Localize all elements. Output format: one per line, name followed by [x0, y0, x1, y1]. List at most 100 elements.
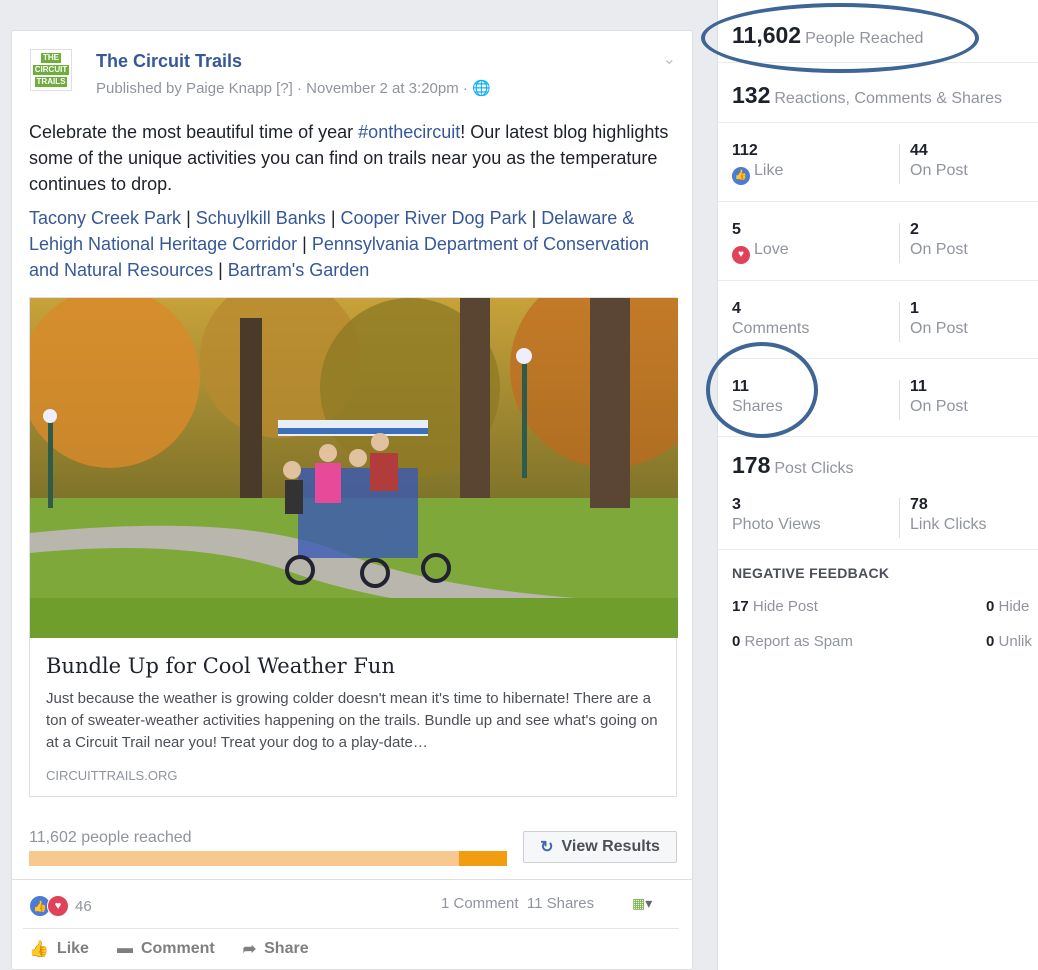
refresh-icon: ↻: [540, 839, 554, 856]
comment-share-counts: 1 Comment 11 Shares: [441, 895, 594, 912]
divider: [12, 879, 692, 880]
unlike-value: 0: [986, 633, 995, 650]
byline-text: Published by Paige Knapp [?] · November …: [96, 80, 473, 97]
likes-label: Like: [754, 162, 784, 179]
report-spam-stat: 0 Report as Spam: [732, 633, 853, 650]
logo-line-3: TRAILS: [34, 77, 68, 87]
divider: [899, 223, 900, 263]
hide-all-value: 0: [986, 598, 995, 615]
thumbs-up-icon: 👍: [29, 941, 49, 958]
comment-label: Comment: [140, 940, 215, 957]
comment-icon: ▬: [116, 940, 133, 957]
people-reached-highlight-ellipse: [701, 3, 979, 73]
insights-panel: 11,602 People Reached 132 Reactions, Comme…: [717, 0, 1038, 970]
comments-on-post-value: 1: [910, 300, 919, 317]
caret-down-icon: ▾: [645, 895, 653, 911]
page-icon: ▦: [632, 895, 646, 911]
hide-all-label: Hide: [998, 598, 1030, 615]
hide-post-value: 17: [732, 598, 749, 615]
report-spam-label: Report as Spam: [744, 633, 853, 650]
engagement-value: 132: [732, 82, 771, 108]
post-message: Celebrate the most beautiful time of yea…: [29, 119, 679, 197]
link-title[interactable]: Bundle Up for Cool Weather Fun: [46, 654, 395, 678]
page-name-link[interactable]: The Circuit Trails: [96, 51, 242, 72]
view-results-button[interactable]: ↻ View Results: [523, 831, 677, 863]
shares-highlight-ellipse: [706, 342, 818, 438]
like-label: Like: [56, 940, 89, 957]
view-results-label: View Results: [561, 838, 660, 855]
post-clicks-row: 178 Post Clicks 3 Photo Views 78 Link Cli…: [718, 436, 1038, 550]
comments-count-link[interactable]: 1 Comment: [441, 895, 519, 912]
comments-value: 4: [732, 300, 741, 317]
share-label: Share: [264, 940, 309, 957]
love-row: 5 ♥ Love 2 On Post: [718, 201, 1038, 281]
unlike-label: Unlik: [998, 633, 1032, 650]
logo-line-2: CIRCUIT: [32, 65, 70, 75]
link-domain: CIRCUITTRAILS.ORG: [46, 768, 178, 783]
audience-selector[interactable]: ▦▾: [632, 895, 652, 912]
comment-button[interactable]: ▬ Comment: [117, 939, 215, 959]
reaction-summary[interactable]: 👍 ♥ 46: [29, 895, 92, 917]
divider: [899, 302, 900, 342]
post-clicks-value: 178: [732, 452, 771, 478]
link-clicks-label: Link Clicks: [910, 516, 987, 533]
page-logo[interactable]: THE CIRCUIT TRAILS: [30, 49, 72, 91]
tagged-pages: Tacony Creek Park | Schuylkill Banks | C…: [29, 208, 650, 280]
heart-icon: ♥: [732, 245, 750, 264]
shares-on-post-value: 11: [910, 378, 927, 395]
likes-on-post-label: On Post: [910, 162, 968, 179]
shares-on-post: 11 On Post: [910, 378, 968, 416]
hide-all-stat: 0 Hide: [986, 598, 1029, 615]
likes-total: 112 👍 Like: [732, 142, 783, 185]
tag-link[interactable]: Cooper River Dog Park: [341, 208, 527, 228]
divider: [23, 928, 679, 929]
love-on-post-label: On Post: [910, 241, 968, 258]
tag-link[interactable]: Tacony Creek Park: [29, 208, 181, 228]
like-icon: 👍: [732, 166, 750, 185]
divider: [899, 144, 900, 184]
tag-link[interactable]: Schuylkill Banks: [196, 208, 326, 228]
hashtag-link[interactable]: #onthecircuit: [358, 122, 460, 142]
negative-feedback-heading: NEGATIVE FEEDBACK: [732, 565, 890, 581]
photo-views-value: 3: [732, 496, 741, 513]
hide-post-stat: 17 Hide Post: [732, 598, 818, 615]
shares-on-post-label: On Post: [910, 398, 968, 415]
globe-icon: 🌐: [472, 80, 491, 97]
love-on-post: 2 On Post: [910, 221, 968, 259]
love-on-post-value: 2: [910, 221, 919, 238]
love-reaction-icon: ♥: [47, 895, 69, 917]
like-button[interactable]: 👍 Like: [29, 939, 89, 959]
engagement-label: Reactions, Comments & Shares: [774, 90, 1003, 107]
photo-views: 3 Photo Views: [732, 496, 821, 534]
love-value: 5: [732, 221, 741, 238]
likes-on-post: 44 On Post: [910, 142, 968, 180]
comments-label: Comments: [732, 320, 810, 337]
comments-on-post: 1 On Post: [910, 300, 968, 338]
photo-views-label: Photo Views: [732, 516, 821, 533]
link-description: Just because the weather is growing cold…: [46, 690, 658, 751]
post-card: THE CIRCUIT TRAILS The Circuit Trails Pu…: [11, 30, 693, 970]
reach-paid-fill: [459, 851, 507, 866]
shares-count-link[interactable]: 11 Shares: [527, 895, 594, 912]
chevron-down-icon[interactable]: ⌄: [663, 49, 676, 69]
divider: [899, 498, 900, 538]
comments-total: 4 Comments: [732, 300, 809, 338]
link-preview-photo[interactable]: [30, 298, 678, 638]
reach-progress-bar: [29, 851, 507, 866]
unlike-page-stat: 0 Unlik: [986, 633, 1032, 650]
post-byline: Published by Paige Knapp [?] · November …: [96, 79, 491, 97]
share-button[interactable]: ➦ Share: [243, 939, 309, 959]
post-clicks-label: Post Clicks: [774, 460, 854, 477]
likes-value: 112: [732, 142, 758, 159]
love-label: Love: [754, 241, 789, 258]
tag-link[interactable]: Bartram's Garden: [228, 260, 370, 280]
share-arrow-icon: ➦: [242, 941, 257, 958]
message-text: Celebrate the most beautiful time of yea…: [29, 122, 359, 142]
logo-line-1: THE: [41, 53, 61, 63]
link-clicks: 78 Link Clicks: [910, 496, 986, 534]
divider: [899, 380, 900, 420]
hide-post-label: Hide Post: [752, 598, 818, 615]
love-total: 5 ♥ Love: [732, 221, 789, 264]
link-preview-card[interactable]: Bundle Up for Cool Weather Fun Just beca…: [29, 297, 678, 797]
post-actions: 👍 Like ▬ Comment ➦ Share: [29, 939, 309, 959]
